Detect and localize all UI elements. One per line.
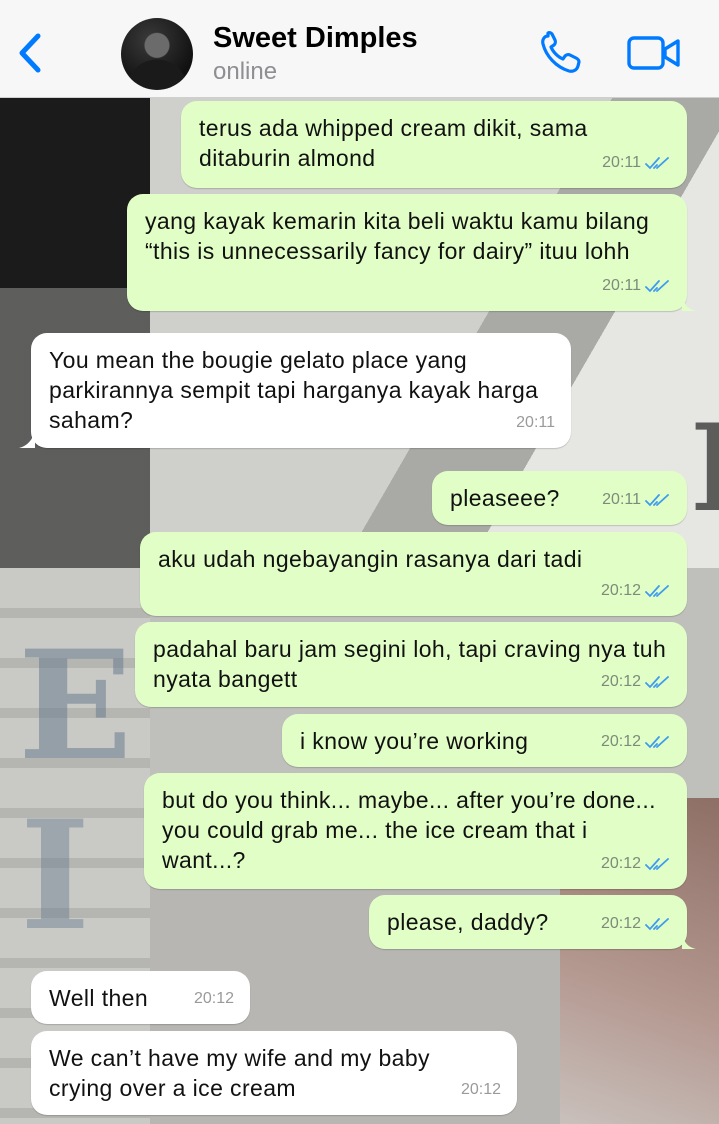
message-meta: 20:11 — [602, 485, 671, 515]
message-meta: 20:12 — [601, 576, 671, 606]
message-time: 20:12 — [460, 1081, 501, 1098]
message-text: aku udah ngebayangin rasanya dari tadi — [158, 546, 583, 572]
message-meta: 20:12 — [461, 1075, 501, 1105]
message-time: 20:12 — [600, 855, 641, 872]
message-text: We can’t have my wife and my baby crying… — [49, 1045, 430, 1101]
message-bubble-outgoing[interactable]: yang kayak kemarin kita beli waktu kamu … — [127, 194, 696, 311]
message-time: 20:12 — [600, 582, 641, 599]
message-time: 20:12 — [600, 673, 641, 690]
message-text: but do you think... maybe... after you’r… — [162, 787, 656, 873]
message-meta: 20:11 — [602, 148, 671, 178]
message-bubble-outgoing[interactable]: i know you’re working 20:12 — [282, 714, 687, 767]
message-meta: 20:12 — [601, 667, 671, 697]
message-bubble-outgoing[interactable]: terus ada whipped cream dikit, sama dita… — [181, 101, 687, 188]
double-check-icon — [645, 157, 669, 170]
double-check-icon — [645, 585, 669, 598]
chat-header: Sweet Dimples online — [0, 0, 719, 98]
wallpaper-letter: R — [690, 398, 719, 539]
message-meta: 20:11 — [516, 408, 555, 438]
message-bubble-incoming[interactable]: Well then 20:12 — [31, 971, 250, 1024]
message-time: 20:11 — [602, 154, 641, 171]
message-time: 20:11 — [602, 277, 641, 294]
phone-icon[interactable] — [538, 30, 588, 76]
message-time: 20:12 — [600, 733, 641, 750]
double-check-icon — [645, 858, 669, 871]
message-bubble-outgoing[interactable]: pleaseee? 20:11 — [432, 471, 687, 525]
message-time: 20:12 — [193, 990, 234, 1007]
message-time: 20:11 — [516, 414, 555, 431]
message-meta: 20:11 — [602, 271, 671, 301]
double-check-icon — [645, 736, 669, 749]
double-check-icon — [645, 676, 669, 689]
wallpaper-letter: I — [20, 788, 91, 964]
message-meta: 20:12 — [194, 984, 234, 1014]
message-text: You mean the bougie gelato place yang pa… — [49, 347, 539, 433]
bubble-tail — [682, 933, 696, 949]
message-time: 20:11 — [602, 491, 641, 508]
message-meta: 20:12 — [601, 909, 671, 939]
avatar[interactable] — [121, 18, 193, 90]
message-text: yang kayak kemarin kita beli waktu kamu … — [145, 208, 650, 264]
double-check-icon — [645, 280, 669, 293]
message-text: terus ada whipped cream dikit, sama dita… — [199, 115, 588, 171]
message-meta: 20:12 — [601, 727, 671, 757]
message-text: padahal baru jam segini loh, tapi cravin… — [153, 636, 667, 692]
contact-status: online — [213, 58, 278, 85]
message-bubble-outgoing[interactable]: aku udah ngebayangin rasanya dari tadi 2… — [140, 532, 687, 616]
message-bubble-outgoing[interactable]: please, daddy? 20:12 — [369, 895, 696, 949]
message-bubble-incoming[interactable]: You mean the bougie gelato place yang pa… — [19, 333, 571, 448]
video-camera-icon[interactable] — [627, 35, 681, 71]
contact-name[interactable]: Sweet Dimples — [213, 22, 418, 55]
double-check-icon — [645, 918, 669, 931]
bubble-tail — [19, 430, 35, 448]
message-bubble-incoming[interactable]: We can’t have my wife and my baby crying… — [31, 1031, 517, 1115]
message-time: 20:12 — [600, 915, 641, 932]
chevron-left-icon[interactable] — [14, 30, 48, 76]
bubble-tail — [682, 295, 696, 311]
wallpaper-letter: E — [18, 618, 133, 794]
message-bubble-outgoing[interactable]: but do you think... maybe... after you’r… — [144, 773, 687, 889]
message-bubble-outgoing[interactable]: padahal baru jam segini loh, tapi cravin… — [135, 622, 687, 707]
message-meta: 20:12 — [601, 849, 671, 879]
double-check-icon — [645, 494, 669, 507]
